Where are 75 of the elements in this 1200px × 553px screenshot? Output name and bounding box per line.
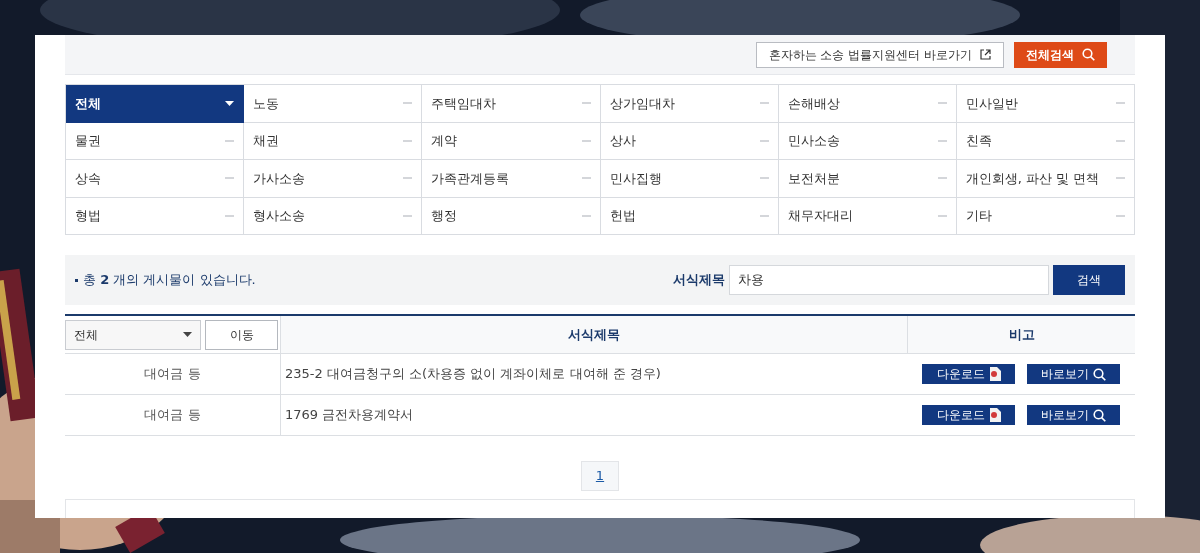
result-count-text: 총 2 개의 게시물이 있습니다. — [83, 271, 256, 290]
dash-icon — [759, 102, 769, 105]
category-tab[interactable]: 전체 — [66, 85, 245, 123]
dash-icon — [1116, 177, 1125, 180]
dash-icon — [937, 139, 947, 142]
category-tab[interactable]: 친족 — [956, 122, 1135, 160]
document-icon — [988, 367, 1001, 381]
dash-icon — [581, 102, 591, 105]
category-tab[interactable]: 형사소송 — [244, 197, 423, 235]
category-tab[interactable]: 상속 — [66, 160, 245, 198]
category-tab[interactable]: 물권 — [66, 122, 245, 160]
move-button[interactable]: 이동 — [205, 319, 278, 350]
search-all-button[interactable]: 전체검색 — [1014, 41, 1107, 68]
category-tab[interactable]: 기타 — [956, 197, 1135, 235]
category-tab[interactable]: 형법 — [66, 197, 245, 235]
dash-icon — [937, 177, 947, 180]
dash-icon — [759, 139, 769, 142]
download-button[interactable]: 다운로드 — [922, 364, 1015, 384]
view-button[interactable]: 바로보기 — [1027, 364, 1120, 384]
table-cell: 1769 금전차용계약서 — [280, 395, 907, 435]
dash-icon — [403, 177, 413, 180]
view-button[interactable]: 바로보기 — [1027, 405, 1120, 425]
support-center-link-button[interactable]: 혼자하는 소송 법률지원센터 바로가기 — [755, 41, 1004, 68]
dash-icon — [225, 139, 235, 142]
dash-icon — [403, 139, 413, 142]
field-label: 서식제목 — [673, 271, 725, 290]
category-tab[interactable]: 상사 — [600, 122, 779, 160]
document-icon — [988, 408, 1001, 422]
search-icon — [1093, 367, 1106, 381]
category-tab[interactable]: 손해배상 — [778, 85, 957, 123]
dash-icon — [581, 139, 591, 142]
category-tab[interactable]: 상가임대차 — [600, 85, 779, 123]
column-header: 서식제목 — [280, 316, 907, 353]
category-tab[interactable]: 헌법 — [600, 197, 779, 235]
dash-icon — [937, 102, 947, 105]
category-tab[interactable]: 민사일반 — [956, 85, 1135, 123]
category-tab[interactable]: 민사소송 — [778, 122, 957, 160]
category-tab[interactable]: 노동 — [244, 85, 423, 123]
external-link-icon — [980, 49, 991, 60]
dash-icon — [1116, 102, 1125, 105]
dash-icon — [759, 214, 769, 217]
dash-icon — [225, 177, 235, 180]
dash-icon — [581, 214, 591, 217]
caret-icon — [225, 100, 235, 106]
bullet-icon — [75, 278, 78, 282]
dash-icon — [1116, 139, 1125, 142]
category-tab[interactable]: 채권 — [244, 122, 423, 160]
search-button[interactable]: 검색 — [1053, 265, 1125, 295]
category-tab[interactable]: 채무자대리 — [778, 197, 957, 235]
table-cell-text: 대여금 등 — [143, 365, 202, 384]
dash-icon — [225, 214, 235, 217]
table-cell-text: 대여금 등 — [143, 406, 202, 425]
category-tab[interactable]: 민사집행 — [600, 160, 779, 198]
dash-icon — [759, 177, 769, 180]
download-button[interactable]: 다운로드 — [922, 405, 1015, 425]
category-tab[interactable]: 계약 — [422, 122, 601, 160]
category-tab[interactable]: 가족관계등록 — [422, 160, 601, 198]
filter-select[interactable]: 전체 — [65, 319, 201, 350]
category-tab[interactable]: 개인회생, 파산 및 면책 — [956, 160, 1135, 198]
dash-icon — [937, 214, 947, 217]
search-icon — [1082, 48, 1095, 61]
dash-icon — [1116, 214, 1125, 217]
dash-icon — [581, 177, 591, 180]
category-tab[interactable]: 주택임대차 — [422, 85, 601, 123]
page-link[interactable]: 1 — [581, 461, 619, 491]
column-header: 비고 — [907, 316, 1135, 353]
category-tab[interactable]: 행정 — [422, 197, 601, 235]
category-tab[interactable]: 가사소송 — [244, 160, 423, 198]
search-field[interactable]: 차용 — [729, 265, 1049, 295]
search-icon — [1093, 408, 1106, 422]
category-tab[interactable]: 보전처분 — [778, 160, 957, 198]
dash-icon — [403, 214, 413, 217]
dash-icon — [403, 102, 413, 105]
caret-icon — [183, 332, 192, 337]
table-cell: 235-2 대여금청구의 소(차용증 없이 계좌이체로 대여해 준 경우) — [280, 354, 907, 394]
